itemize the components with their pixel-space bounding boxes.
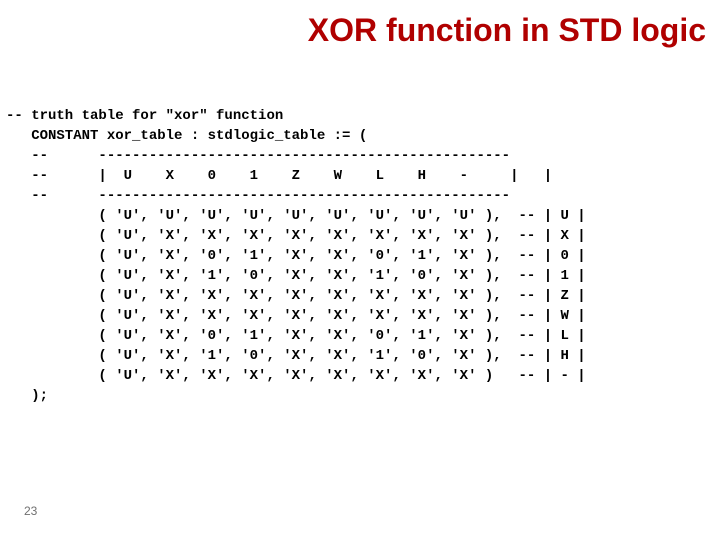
page-number: 23 <box>24 504 37 518</box>
code-block: -- truth table for "xor" function CONSTA… <box>6 106 586 406</box>
slide-title: XOR function in STD logic <box>308 12 706 49</box>
slide: XOR function in STD logic -- truth table… <box>0 0 720 540</box>
